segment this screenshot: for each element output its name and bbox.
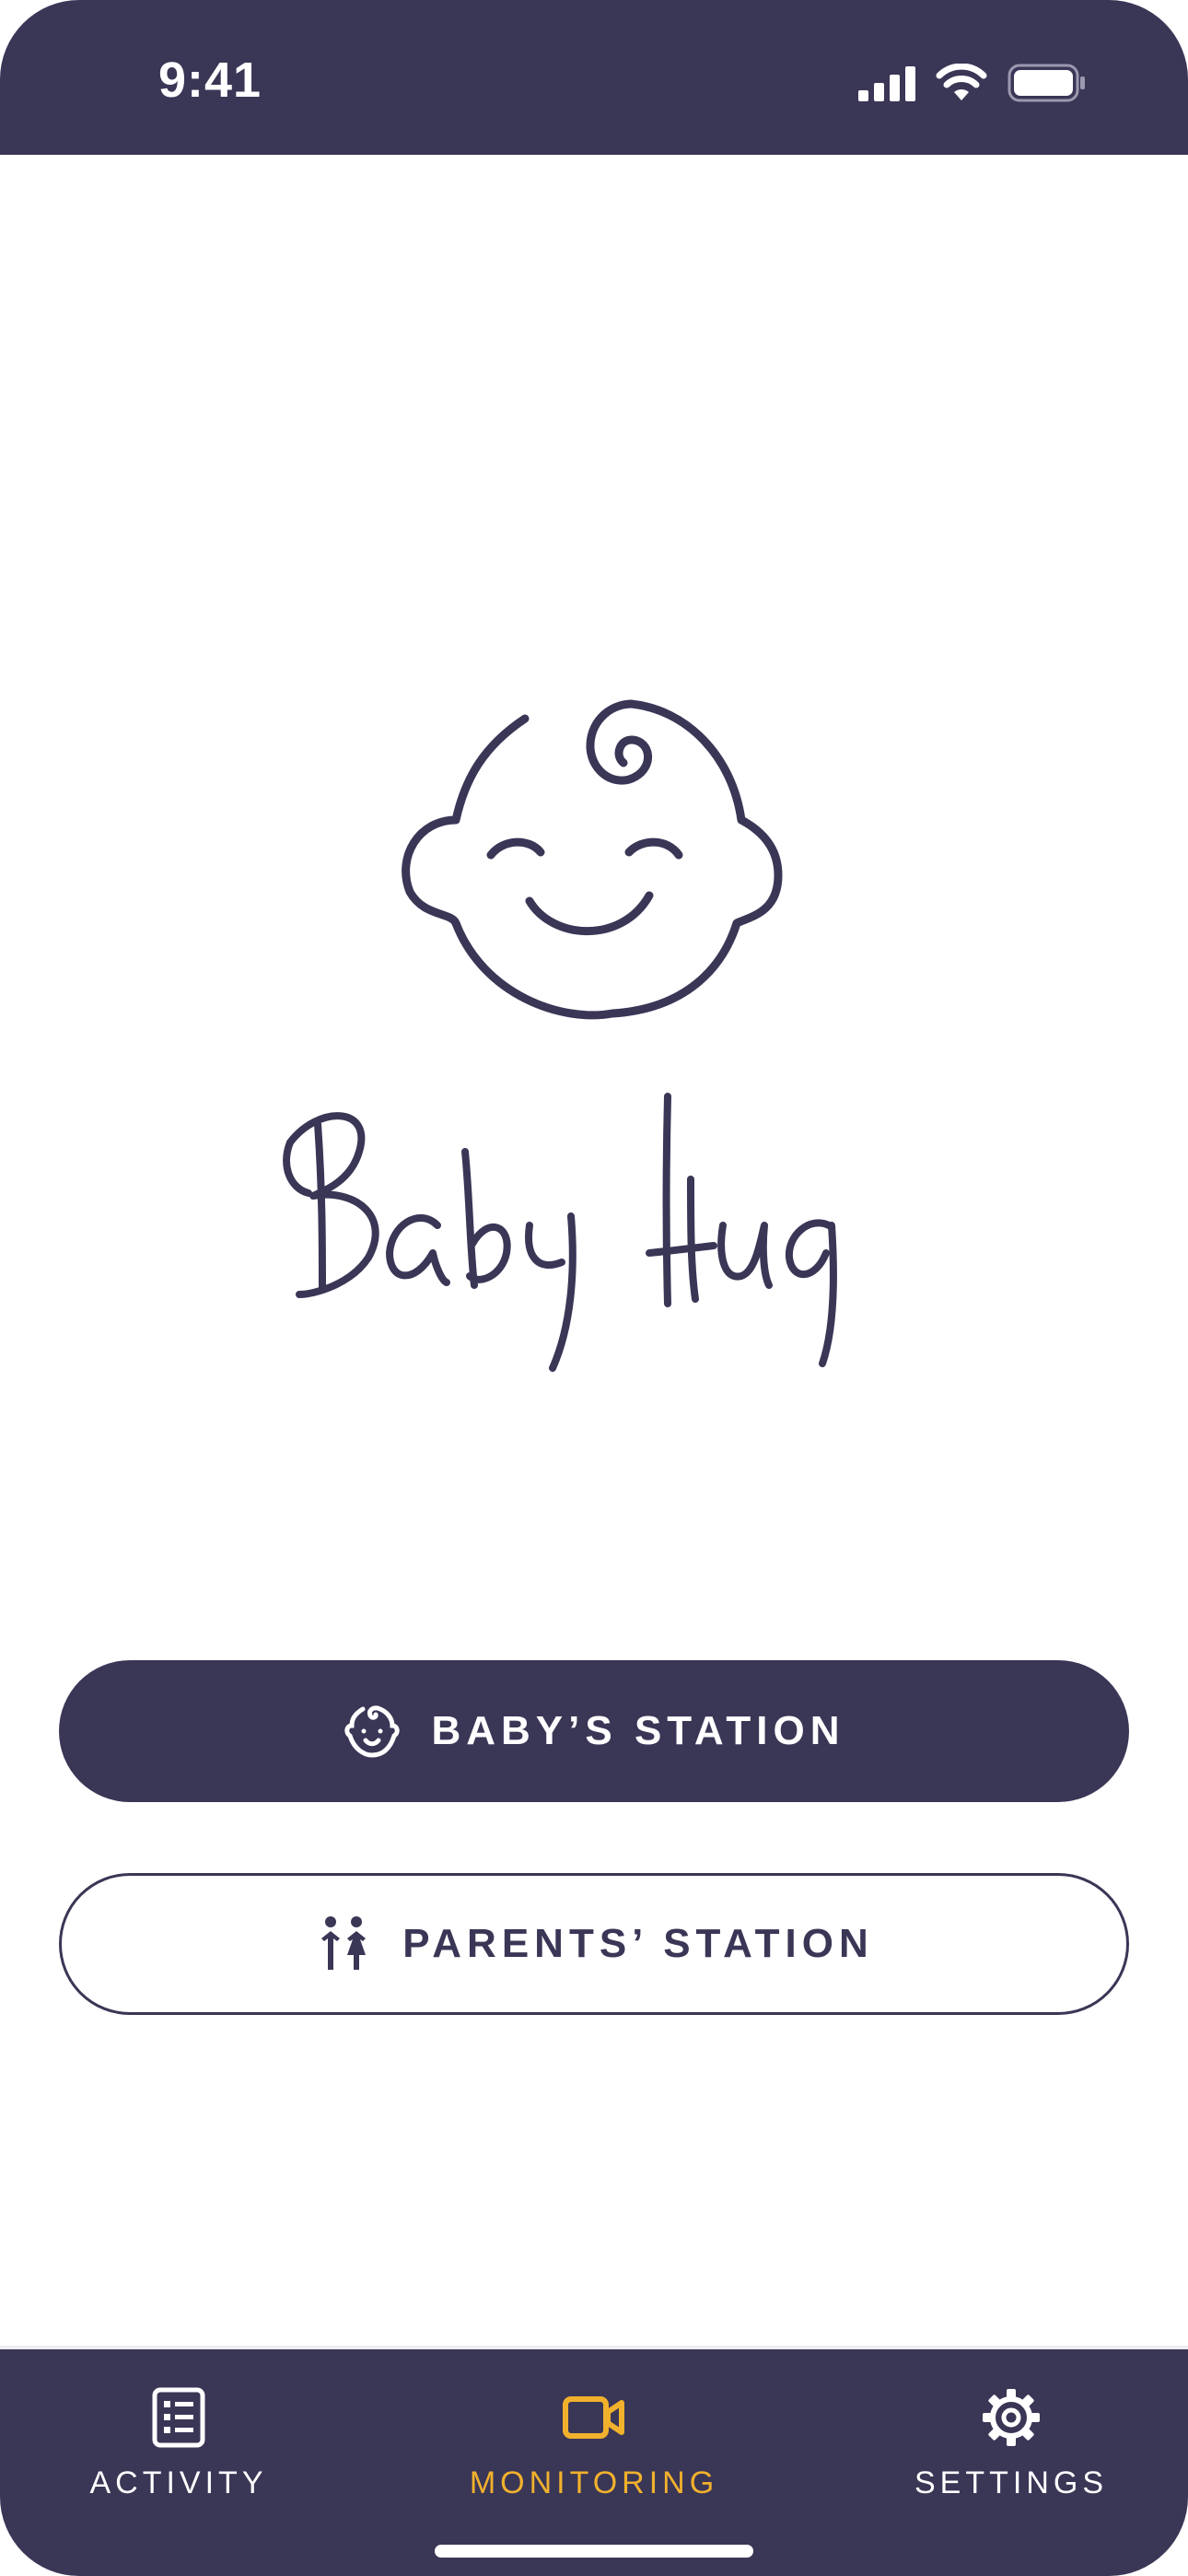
cellular-signal-icon	[858, 66, 915, 101]
tab-settings[interactable]: SETTINGS	[845, 2349, 1177, 2534]
app-logo	[0, 682, 1188, 1382]
tab-monitoring[interactable]: MONITORING	[428, 2349, 760, 2534]
parents-station-button[interactable]: PARENTS’ STATION	[59, 1873, 1129, 2015]
status-bar: 9:41	[0, 0, 1188, 155]
tab-monitoring-label: MONITORING	[469, 2465, 719, 2500]
status-icons	[858, 61, 1087, 105]
gear-icon	[983, 2389, 1040, 2446]
status-time: 9:41	[158, 53, 262, 108]
babys-station-label: BABY’S STATION	[431, 1708, 845, 1753]
tab-activity-label: ACTIVITY	[89, 2465, 268, 2500]
app-wordmark	[283, 1093, 837, 1372]
wifi-icon	[936, 64, 987, 100]
app-screen: 9:41 BABY’S STATION PARENTS’ STATION ACT…	[0, 0, 1188, 2576]
tab-bar: ACTIVITY MONITORING SETTINGS	[0, 2346, 1188, 2576]
battery-icon	[1007, 64, 1085, 102]
parents-station-label: PARENTS’ STATION	[402, 1921, 874, 1966]
baby-face-icon	[344, 1705, 401, 1758]
tab-settings-label: SETTINGS	[914, 2465, 1109, 2500]
activity-list-icon	[152, 2387, 205, 2448]
parents-icon	[321, 1916, 367, 1970]
baby-face-icon	[402, 699, 783, 1020]
home-indicator[interactable]	[435, 2545, 753, 2558]
tab-activity[interactable]: ACTIVITY	[13, 2349, 344, 2534]
babys-station-button[interactable]: BABY’S STATION	[59, 1660, 1129, 1802]
video-camera-icon	[563, 2396, 624, 2439]
